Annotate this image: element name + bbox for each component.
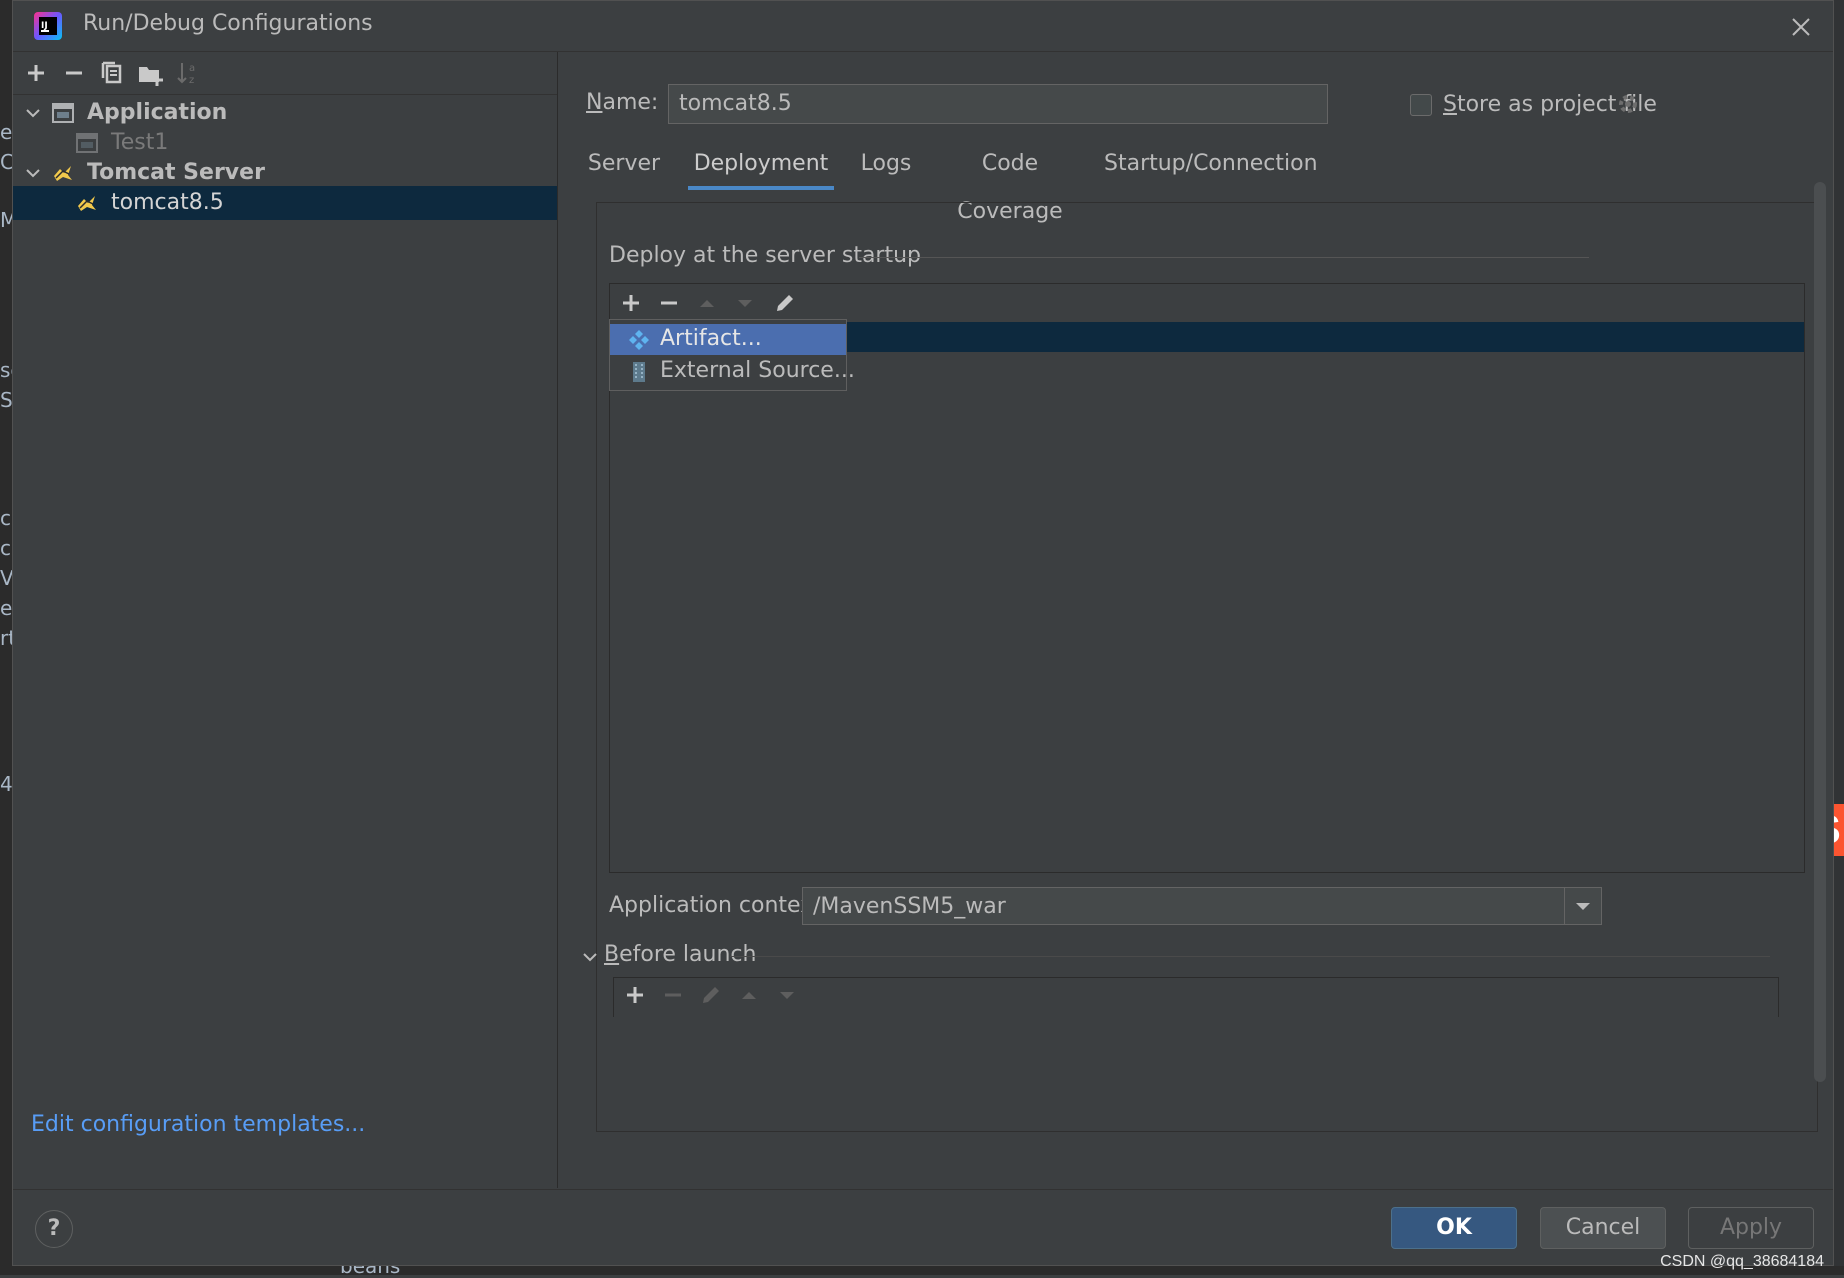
bg-fragment: c (0, 536, 11, 560)
before-launch-toolbar (613, 977, 1779, 1017)
tab-deployment[interactable]: Deployment (688, 140, 834, 190)
application-context-value: /MavenSSM5_war (813, 894, 1006, 919)
watermark: CSDN @qq_38684184 (1660, 1253, 1824, 1270)
close-icon[interactable] (1785, 11, 1817, 43)
remove-icon[interactable] (654, 288, 684, 318)
bg-fragment: se (0, 358, 12, 382)
name-label-text: ame: (602, 90, 659, 115)
configurations-toolbar: az (13, 52, 557, 95)
application-icon (75, 132, 99, 154)
application-icon (51, 102, 75, 124)
tab-code-coverage[interactable]: Code Coverage (936, 140, 1084, 224)
bg-fragment: rt (0, 626, 12, 650)
before-launch-text: efore launch (619, 942, 757, 967)
ok-button[interactable]: OK (1391, 1207, 1517, 1249)
tomcat-icon (51, 162, 75, 184)
gear-icon[interactable] (1616, 92, 1640, 116)
cancel-button[interactable]: Cancel (1540, 1207, 1666, 1249)
tree-node-tomcat85[interactable]: tomcat8.5 (13, 186, 557, 220)
configurations-panel: az Application Test1 Tomcat Server tomca… (13, 52, 558, 1188)
artifact-icon (628, 329, 650, 351)
move-down-icon[interactable] (772, 980, 802, 1010)
bg-fragment: es (0, 596, 12, 620)
svg-text:z: z (189, 75, 194, 86)
move-up-icon[interactable] (734, 980, 764, 1010)
before-launch-toggle[interactable]: Before launch (604, 942, 756, 967)
edit-icon[interactable] (770, 288, 800, 318)
run-debug-dialog: IJ Run/Debug Configurations az Applicati… (12, 0, 1834, 1266)
deploy-toolbar (610, 284, 1804, 323)
add-icon[interactable] (21, 58, 51, 88)
bg-fragment: c (0, 506, 11, 530)
apply-button[interactable]: Apply (1688, 1207, 1814, 1249)
store-label-mnemonic: S (1443, 92, 1457, 117)
move-down-icon[interactable] (730, 288, 760, 318)
add-deployment-popup-menu: Artifact... External Source... (609, 319, 855, 391)
chevron-down-icon[interactable] (23, 103, 43, 123)
name-input[interactable]: tomcat8.5 (668, 84, 1328, 124)
dialog-title: Run/Debug Configurations (83, 11, 373, 36)
external-source-icon (628, 361, 650, 383)
move-up-icon[interactable] (692, 288, 722, 318)
menu-item-artifact[interactable]: Artifact... (610, 324, 846, 355)
name-label: Name: (586, 90, 658, 115)
chevron-down-icon[interactable] (580, 947, 600, 967)
before-launch-mnemonic: B (604, 942, 620, 967)
tree-node-tomcat-server[interactable]: Tomcat Server (13, 156, 557, 190)
help-button[interactable]: ? (35, 1210, 73, 1248)
application-context-combo[interactable]: /MavenSSM5_war (802, 887, 1602, 925)
intellij-idea-icon: IJ (33, 11, 63, 41)
application-context-label: Application context: (609, 893, 830, 918)
tree-label: Application (87, 100, 228, 125)
name-label-mnemonic: N (586, 90, 603, 115)
tree-label: Tomcat Server (87, 160, 265, 185)
menu-item-label: Artifact... (660, 326, 762, 351)
remove-icon[interactable] (658, 980, 688, 1010)
edit-configuration-templates-link[interactable]: Edit configuration templates... (31, 1112, 365, 1137)
bg-fragment: Co (0, 150, 12, 174)
sort-icon[interactable]: az (173, 58, 203, 88)
title-bar: IJ Run/Debug Configurations (13, 1, 1833, 52)
edit-icon[interactable] (696, 980, 726, 1010)
bg-fragment: Se (0, 388, 12, 412)
tree-node-test1[interactable]: Test1 (13, 126, 557, 160)
chevron-down-icon[interactable] (23, 163, 43, 183)
bg-fragment: M (0, 208, 12, 232)
copy-icon[interactable] (97, 58, 127, 88)
remove-icon[interactable] (59, 58, 89, 88)
tomcat-icon (75, 192, 99, 214)
bg-fragment: er (0, 120, 12, 144)
vertical-scrollbar[interactable] (1814, 182, 1826, 1082)
new-folder-icon[interactable] (135, 58, 165, 88)
dialog-footer: ? OK Cancel Apply (13, 1189, 1833, 1268)
menu-item-label: External Source... (660, 358, 855, 383)
chevron-down-icon[interactable] (1564, 888, 1601, 924)
add-icon[interactable] (616, 288, 646, 318)
background-editor-strip: er Co M se Se c c V es rt 4 (0, 0, 12, 1275)
add-icon[interactable] (620, 980, 650, 1010)
tab-logs[interactable]: Logs (854, 140, 918, 190)
svg-text:a: a (189, 63, 195, 74)
separator (730, 956, 1770, 957)
tree-label: tomcat8.5 (111, 190, 224, 215)
tab-server[interactable]: Server (578, 140, 670, 190)
svg-text:IJ: IJ (41, 21, 48, 31)
configuration-editor: Name: tomcat8.5 Store as project file Se… (558, 52, 1833, 1188)
store-as-project-file-checkbox[interactable] (1410, 94, 1432, 116)
tree-label: Test1 (111, 130, 169, 155)
separator (859, 257, 1589, 258)
tree-node-application[interactable]: Application (13, 96, 557, 130)
bg-fragment: V (0, 566, 12, 590)
bg-fragment: 4 (0, 772, 12, 796)
deploy-section-title: Deploy at the server startup (609, 243, 922, 268)
menu-item-external-source[interactable]: External Source... (610, 356, 855, 387)
tab-startup-connection[interactable]: Startup/Connection (1104, 140, 1318, 190)
